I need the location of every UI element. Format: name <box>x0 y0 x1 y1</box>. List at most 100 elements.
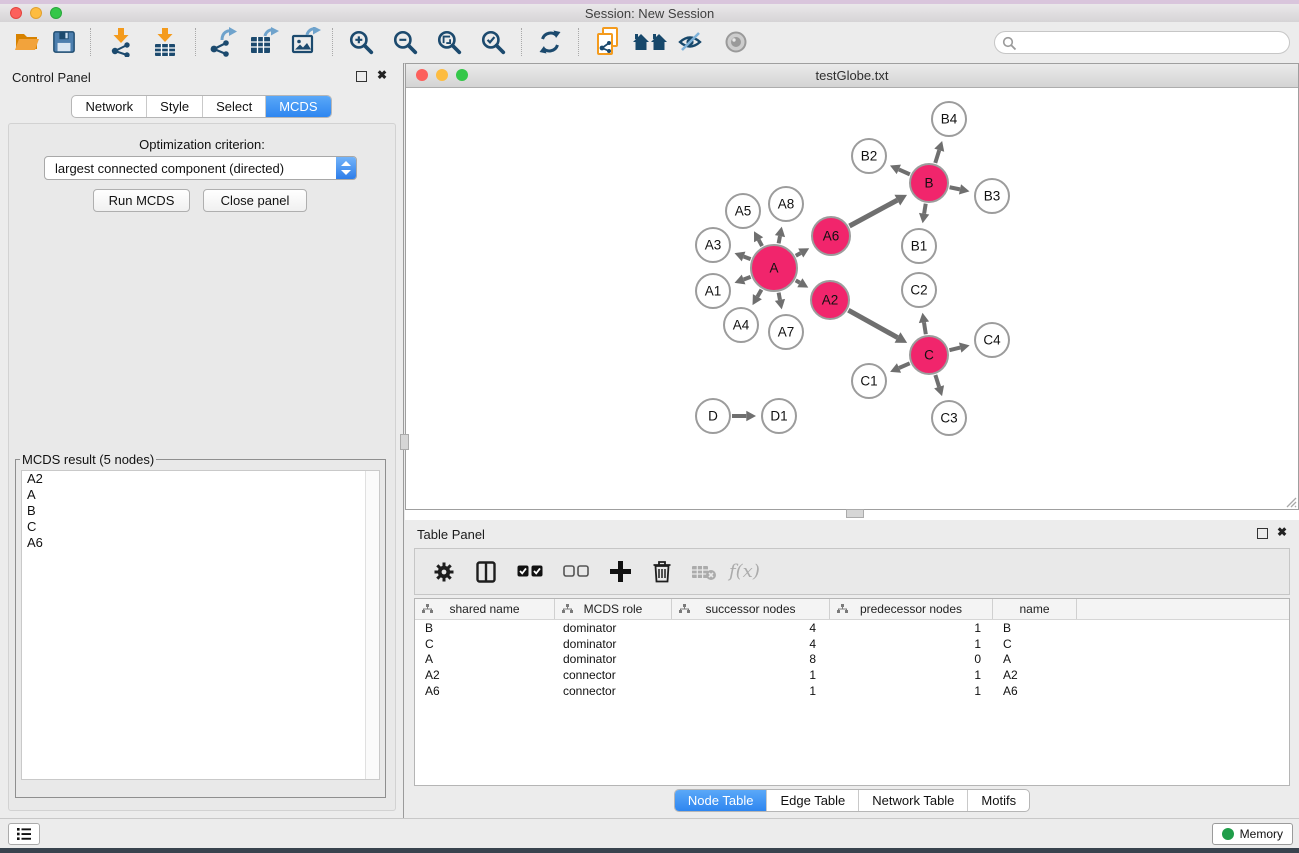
graph-node-A2[interactable]: A2 <box>811 281 849 319</box>
table-row[interactable]: Bdominator41B <box>415 620 1289 636</box>
graph-node-B[interactable]: B <box>910 164 948 202</box>
graph-edge-B-B3[interactable] <box>950 184 970 194</box>
preview-eye-icon[interactable] <box>721 27 751 57</box>
table-cell[interactable]: 1 <box>672 684 830 698</box>
graph-edge-A-A7[interactable] <box>775 293 785 310</box>
add-icon[interactable] <box>607 559 633 585</box>
table-cell[interactable]: B <box>415 621 555 635</box>
table-cell[interactable]: A <box>415 652 555 666</box>
column-header-predecessor-nodes[interactable]: predecessor nodes <box>830 599 993 619</box>
zoom-out-icon[interactable] <box>390 27 420 57</box>
mcds-result-item[interactable]: A2 <box>22 471 379 487</box>
graph-edge-A-A8[interactable] <box>775 227 785 244</box>
table-cell[interactable]: A6 <box>993 684 1077 698</box>
table-cell[interactable]: 1 <box>672 668 830 682</box>
import-network-icon[interactable] <box>106 27 136 57</box>
memory-button[interactable]: Memory <box>1212 823 1293 845</box>
table-row[interactable]: Adominator80A <box>415 652 1289 668</box>
graph-edge-B-B1[interactable] <box>919 204 929 224</box>
search-input[interactable] <box>1021 33 1285 54</box>
zoom-in-icon[interactable] <box>346 27 376 57</box>
graph-edge-C-C4[interactable] <box>949 343 969 353</box>
optimization-criterion-select[interactable]: largest connected component (directed) <box>44 156 357 180</box>
graph-node-C[interactable]: C <box>910 336 948 374</box>
function-builder-icon[interactable]: f(x) <box>729 561 760 582</box>
table-tab-motifs[interactable]: Motifs <box>967 790 1029 811</box>
float-panel-icon[interactable] <box>1257 528 1268 539</box>
graph-node-A4[interactable]: A4 <box>724 308 758 342</box>
graph-edge-C-C1[interactable] <box>890 363 910 373</box>
table-cell[interactable]: 0 <box>830 652 993 666</box>
graph-edge-A-A1[interactable] <box>735 275 751 285</box>
graph-node-D[interactable]: D <box>696 399 730 433</box>
mcds-result-item[interactable]: A6 <box>22 535 379 551</box>
task-history-button[interactable] <box>8 823 40 845</box>
table-cell[interactable]: B <box>993 621 1077 635</box>
close-panel-icon[interactable]: ✖ <box>377 68 387 82</box>
graph-edge-D-D1[interactable] <box>732 411 756 421</box>
graph-node-B1[interactable]: B1 <box>902 229 936 263</box>
graph-node-A6[interactable]: A6 <box>812 217 850 255</box>
table-row[interactable]: Cdominator41C <box>415 636 1289 652</box>
search-field[interactable] <box>994 31 1290 54</box>
graph-node-D1[interactable]: D1 <box>762 399 796 433</box>
save-session-icon[interactable] <box>49 27 79 57</box>
table-cell[interactable]: dominator <box>555 621 672 635</box>
refresh-icon[interactable] <box>535 27 565 57</box>
graph-node-B4[interactable]: B4 <box>932 102 966 136</box>
resize-grip-icon[interactable] <box>1283 494 1297 508</box>
table-cell[interactable]: A2 <box>993 668 1077 682</box>
table-cell[interactable]: A <box>993 652 1077 666</box>
table-cell[interactable]: 4 <box>672 621 830 635</box>
table-settings-gear-icon[interactable] <box>431 559 457 585</box>
table-tab-node-table[interactable]: Node Table <box>675 790 767 811</box>
horizontal-scrollbar-thumb[interactable] <box>846 509 864 518</box>
graph-edge-C-C3[interactable] <box>934 375 944 396</box>
graph-edge-A6-B[interactable] <box>849 195 907 226</box>
table-cell[interactable]: connector <box>555 668 672 682</box>
clone-network-icon[interactable] <box>593 27 623 57</box>
graph-node-A5[interactable]: A5 <box>726 194 760 228</box>
graph-edge-A-A2[interactable] <box>796 278 809 287</box>
table-cell[interactable]: dominator <box>555 637 672 651</box>
graph-node-A7[interactable]: A7 <box>769 315 803 349</box>
control-tab-network[interactable]: Network <box>72 96 146 117</box>
column-header-name[interactable]: name <box>993 599 1077 619</box>
graph-node-A[interactable]: A <box>751 245 797 291</box>
mcds-result-item[interactable]: C <box>22 519 379 535</box>
network-frame-titlebar[interactable]: testGlobe.txt <box>406 64 1298 88</box>
table-cell[interactable]: C <box>415 637 555 651</box>
mcds-result-item[interactable]: A <box>22 487 379 503</box>
graph-node-C1[interactable]: C1 <box>852 364 886 398</box>
import-table-icon[interactable] <box>150 27 180 57</box>
close-panel-button[interactable]: Close panel <box>203 189 307 212</box>
mcds-result-item[interactable]: B <box>22 503 379 519</box>
graph-edge-A-A6[interactable] <box>796 248 809 257</box>
table-cell[interactable]: A6 <box>415 684 555 698</box>
graph-edge-B-B4[interactable] <box>934 141 944 163</box>
table-tab-edge-table[interactable]: Edge Table <box>766 790 858 811</box>
graph-edge-B-B2[interactable] <box>890 165 910 175</box>
table-cell[interactable]: A2 <box>415 668 555 682</box>
graph-edge-A-A3[interactable] <box>735 252 751 262</box>
graph-node-C2[interactable]: C2 <box>902 273 936 307</box>
table-cell[interactable]: dominator <box>555 652 672 666</box>
open-session-icon[interactable] <box>12 27 42 57</box>
table-cell[interactable]: 1 <box>830 637 993 651</box>
graph-node-A3[interactable]: A3 <box>696 228 730 262</box>
export-network-icon[interactable] <box>208 27 238 57</box>
run-mcds-button[interactable]: Run MCDS <box>93 189 190 212</box>
delete-trash-icon[interactable] <box>649 559 675 585</box>
export-table-icon[interactable] <box>249 27 279 57</box>
column-header-successor-nodes[interactable]: successor nodes <box>672 599 830 619</box>
graph-node-A1[interactable]: A1 <box>696 274 730 308</box>
graph-edge-A2-C[interactable] <box>848 310 907 343</box>
select-all-icon[interactable] <box>515 559 545 585</box>
column-header-shared-name[interactable]: shared name <box>415 599 555 619</box>
table-cell[interactable]: 1 <box>830 621 993 635</box>
control-tab-select[interactable]: Select <box>202 96 265 117</box>
float-panel-icon[interactable] <box>356 71 367 82</box>
graph-node-B2[interactable]: B2 <box>852 139 886 173</box>
table-row[interactable]: A6connector11A6 <box>415 683 1289 699</box>
column-visibility-icon[interactable] <box>473 559 499 585</box>
